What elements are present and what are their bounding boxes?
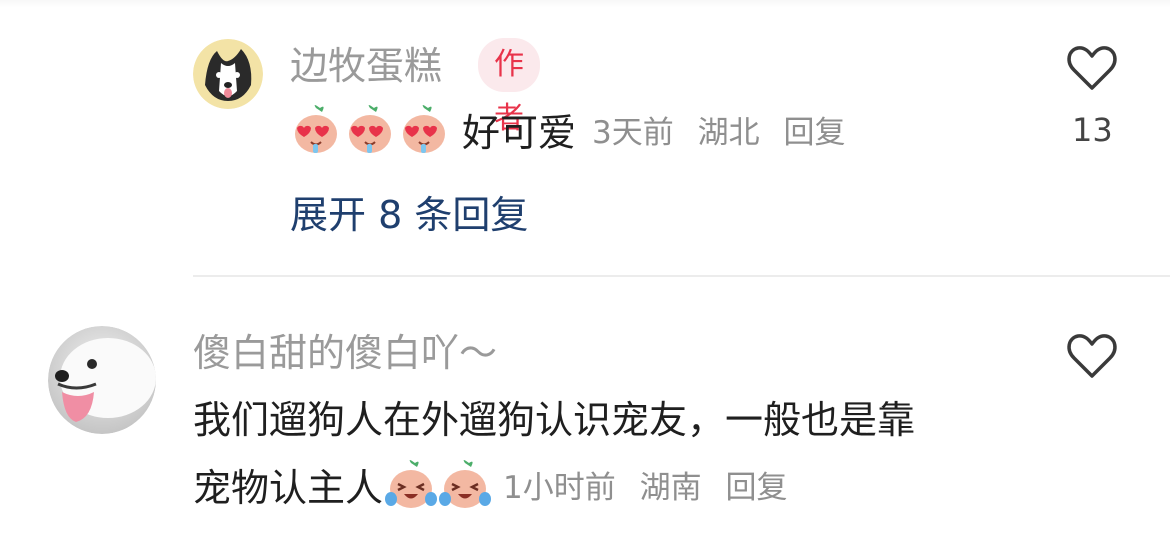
heart-icon (1067, 46, 1117, 90)
avatar[interactable] (48, 326, 156, 434)
comment-location: 湖南 (639, 469, 702, 506)
comment-time: 1小时前 (503, 469, 616, 506)
laughing-tears-emoji (385, 459, 438, 517)
avatar[interactable] (193, 39, 263, 109)
comment-username[interactable]: 傻白甜的傻白吖～ (193, 334, 497, 372)
comment-text-line: 我们遛狗人在外遛狗认识宠友，一般也是靠 (193, 398, 916, 442)
expand-replies-link[interactable]: 展开 8 条回复 (290, 196, 528, 234)
comment-text-line: 宠物认主人 1小时前 湖南 回复 (193, 459, 787, 517)
laughing-tears-emoji (439, 459, 492, 517)
heart-eyes-emoji (290, 104, 342, 162)
like-button[interactable] (1064, 44, 1120, 96)
top-edge (0, 0, 1170, 8)
like-count: 13 (1072, 111, 1113, 149)
reply-button[interactable]: 回复 (725, 470, 787, 506)
comment-time: 3天前 (592, 114, 674, 151)
heart-eyes-emoji (344, 104, 396, 162)
heart-icon (1067, 334, 1117, 378)
comment-divider (193, 275, 1170, 277)
author-badge: 作者 (478, 38, 540, 136)
comment-meta: 1小时前 湖南 回复 (503, 469, 787, 506)
comment-text-line: 好可爱 3天前 湖北 回复 (290, 104, 845, 162)
heart-eyes-emoji (398, 104, 450, 162)
comment-location: 湖北 (697, 114, 760, 151)
comment-meta: 3天前 湖北 回复 (592, 114, 845, 151)
comment-text: 好可爱 (462, 111, 577, 155)
like-button[interactable] (1064, 332, 1120, 384)
comment-text: 宠物认主人 (193, 466, 384, 510)
comment-username[interactable]: 边牧蛋糕 (290, 47, 442, 85)
reply-button[interactable]: 回复 (783, 115, 845, 151)
